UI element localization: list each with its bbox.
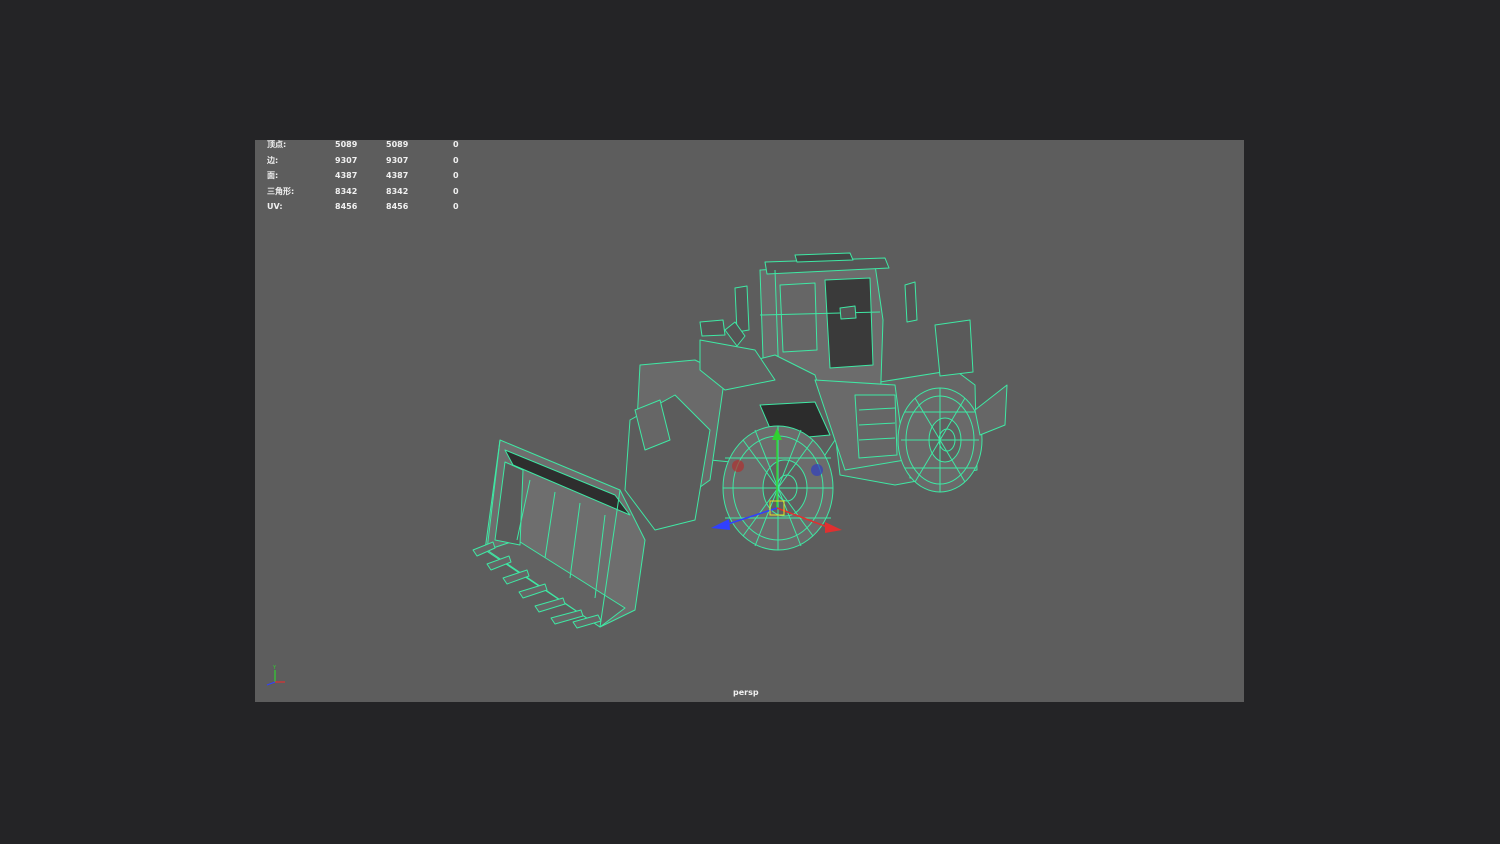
perspective-viewport[interactable]: 顶点: 5089 5089 0 边: 9307 9307 0 面: 4387 4… (255, 140, 1244, 702)
axis-indicator-icon: Y (266, 665, 285, 686)
wheel-loader-wireframe-icon[interactable] (255, 140, 1244, 702)
camera-name-label: persp (733, 688, 759, 697)
svg-text:Y: Y (272, 665, 277, 671)
